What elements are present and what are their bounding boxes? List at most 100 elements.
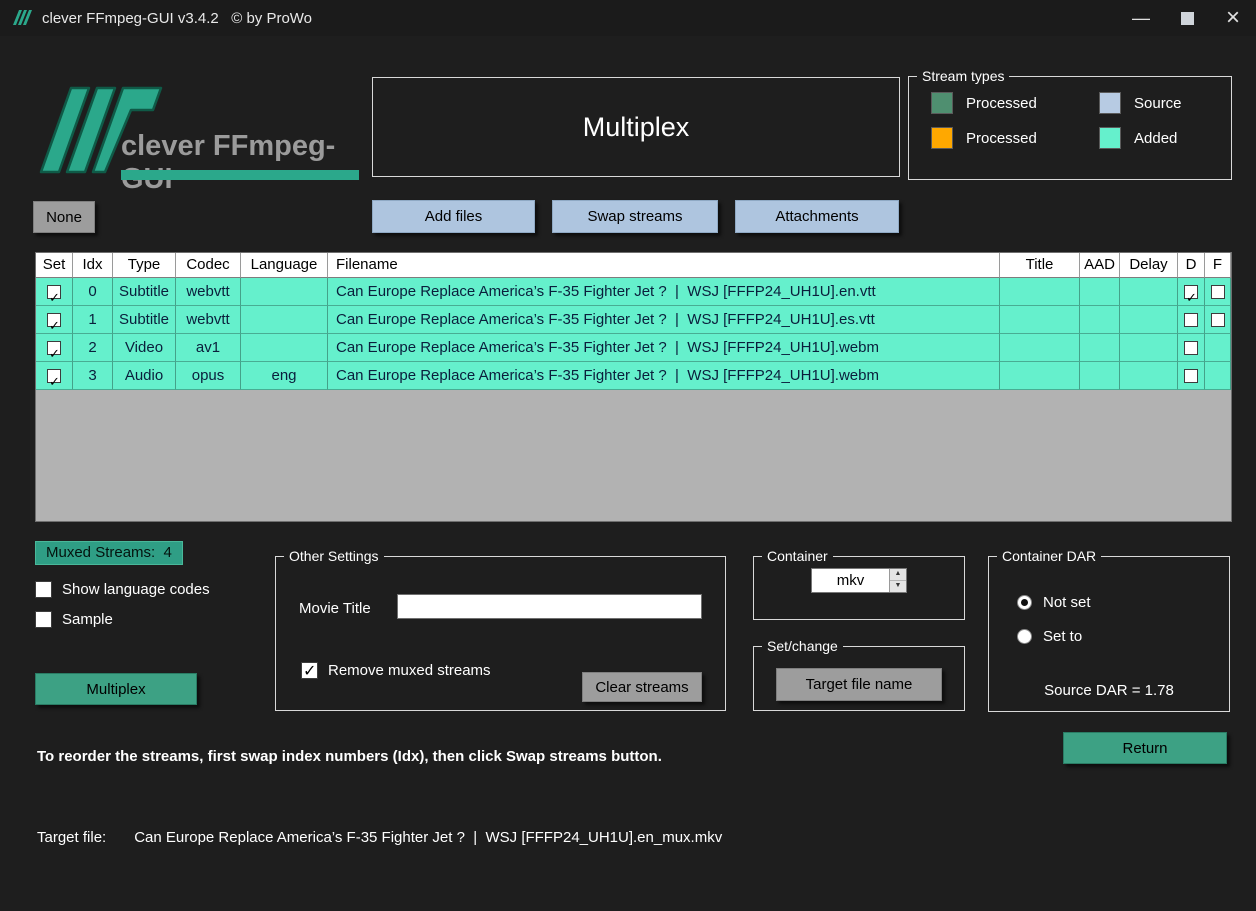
remove-muxed-checkbox[interactable] (301, 661, 318, 681)
dar-not-set-option[interactable]: Not set (1017, 594, 1091, 611)
column-header[interactable]: AAD (1080, 253, 1120, 278)
checkbox[interactable] (47, 368, 61, 389)
cell-idx: 2 (73, 334, 113, 362)
legend-item: Source (1099, 92, 1231, 114)
maximize-button[interactable] (1164, 0, 1210, 36)
column-header[interactable]: Language (241, 253, 328, 278)
cell-language (241, 306, 328, 334)
window-title: clever FFmpeg-GUI v3.4.2 © by ProWo (42, 9, 313, 27)
return-button[interactable]: Return (1063, 732, 1227, 764)
cell-idx: 0 (73, 278, 113, 306)
source-dar-text: Source DAR = 1.78 (1044, 682, 1174, 699)
cell-set (36, 334, 73, 362)
cell-f (1205, 278, 1231, 306)
cell-filename: Can Europe Replace America’s F-35 Fighte… (328, 334, 1000, 362)
checkbox[interactable] (1184, 368, 1198, 383)
spin-down-button[interactable]: ▼ (890, 581, 906, 592)
maximize-icon (1180, 11, 1194, 25)
column-header[interactable]: Delay (1120, 253, 1178, 278)
column-header[interactable]: Codec (176, 253, 241, 278)
cell-aad (1080, 362, 1120, 390)
table-empty-area (36, 390, 1231, 521)
cell-codec: webvtt (176, 306, 241, 334)
cell-aad (1080, 306, 1120, 334)
cell-language: eng (241, 362, 328, 390)
window-controls: — × (1118, 0, 1256, 36)
remove-muxed-streams-row[interactable]: Remove muxed streams (301, 661, 491, 681)
table-row[interactable]: 0Subtitlewebvtt Can Europe Replace Americ… (36, 278, 1231, 306)
stream-types-grid: Processed Source Processed Added (909, 84, 1231, 149)
cell-filename: Can Europe Replace America’s F-35 Fighte… (328, 306, 1000, 334)
legend-item: Added (1099, 127, 1231, 149)
target-file-name-button[interactable]: Target file name (776, 668, 942, 701)
minimize-button[interactable]: — (1118, 0, 1164, 36)
cell-delay (1120, 334, 1178, 362)
cell-title (1000, 334, 1080, 362)
dar-set-to-label: Set to (1043, 628, 1083, 645)
checkbox[interactable] (1184, 284, 1198, 305)
show-language-codes-checkbox[interactable] (35, 581, 52, 598)
attachments-button[interactable]: Attachments (735, 200, 899, 233)
checkbox[interactable] (47, 340, 61, 361)
checkbox[interactable] (1210, 284, 1225, 299)
dar-set-to-radio[interactable] (1017, 629, 1032, 644)
column-header[interactable]: Set (36, 253, 73, 278)
cell-d (1178, 362, 1205, 390)
column-header[interactable]: Filename (328, 253, 1000, 278)
stream-types-group: Stream types Processed Source Processed Add… (908, 68, 1232, 180)
checkbox[interactable] (47, 284, 61, 305)
sample-checkbox[interactable] (35, 611, 52, 628)
legend-swatch (931, 92, 953, 114)
cell-delay (1120, 306, 1178, 334)
logo-text: clever FFmpeg-GUI (121, 130, 336, 195)
stream-table[interactable]: Set Idx Type Codec Language Filename Title AAD D… (35, 252, 1232, 522)
clear-streams-button[interactable]: Clear streams (582, 672, 702, 702)
cell-set (36, 362, 73, 390)
table-row[interactable]: 1Subtitlewebvtt Can Europe Replace Americ… (36, 306, 1231, 334)
container-title: Container (767, 548, 828, 564)
column-header[interactable]: D (1178, 253, 1205, 278)
checkbox[interactable] (1184, 340, 1198, 355)
spinner-buttons: ▲ ▼ (889, 569, 906, 592)
cell-f (1205, 334, 1231, 362)
set-change-title: Set/change (767, 638, 838, 654)
swap-streams-button[interactable]: Swap streams (552, 200, 718, 233)
cell-aad (1080, 334, 1120, 362)
column-header[interactable]: F (1205, 253, 1231, 278)
column-header[interactable]: Title (1000, 253, 1080, 278)
table-row[interactable]: 3AudioopusengCan Europe Replace America’… (36, 362, 1231, 390)
dar-not-set-radio[interactable] (1017, 595, 1032, 610)
sample-row[interactable]: Sample (35, 611, 113, 628)
column-header[interactable]: Type (113, 253, 176, 278)
close-button[interactable]: × (1210, 0, 1256, 36)
checkbox[interactable] (47, 312, 61, 333)
show-language-codes-row[interactable]: Show language codes (35, 581, 210, 598)
cell-type: Audio (113, 362, 176, 390)
movie-title-input[interactable] (397, 594, 702, 619)
table-body: 0Subtitlewebvtt Can Europe Replace Americ… (36, 278, 1231, 390)
app-logo: clever FFmpeg-GUI (35, 78, 361, 195)
checkbox[interactable] (1184, 312, 1198, 327)
column-header[interactable]: Idx (73, 253, 113, 278)
legend-item: Processed (931, 127, 1099, 149)
table-header: Set Idx Type Codec Language Filename Title AAD D… (36, 253, 1231, 278)
legend-label: Processed (966, 94, 1037, 112)
legend-swatch (1099, 92, 1121, 114)
cell-codec: av1 (176, 334, 241, 362)
stream-types-title: Stream types (922, 68, 1005, 84)
dar-not-set-label: Not set (1043, 594, 1091, 611)
legend-label: Source (1134, 94, 1182, 112)
container-dar-group: Container DAR Not set Set to Source DAR … (988, 548, 1230, 712)
multiplex-button[interactable]: Multiplex (35, 673, 197, 705)
legend-swatch (1099, 127, 1121, 149)
container-dar-title: Container DAR (1002, 548, 1097, 564)
dar-set-to-option[interactable]: Set to (1017, 628, 1082, 645)
add-files-button[interactable]: Add files (372, 200, 535, 233)
container-format-spinner[interactable]: mkv ▲ ▼ (811, 568, 907, 593)
none-button[interactable]: None (33, 201, 95, 233)
table-row[interactable]: 2Videoav1 Can Europe Replace America’s F-… (36, 334, 1231, 362)
show-language-codes-label: Show language codes (62, 581, 210, 598)
mode-title: Multiplex (582, 111, 690, 142)
checkbox[interactable] (1210, 312, 1225, 327)
spin-up-button[interactable]: ▲ (890, 569, 906, 581)
